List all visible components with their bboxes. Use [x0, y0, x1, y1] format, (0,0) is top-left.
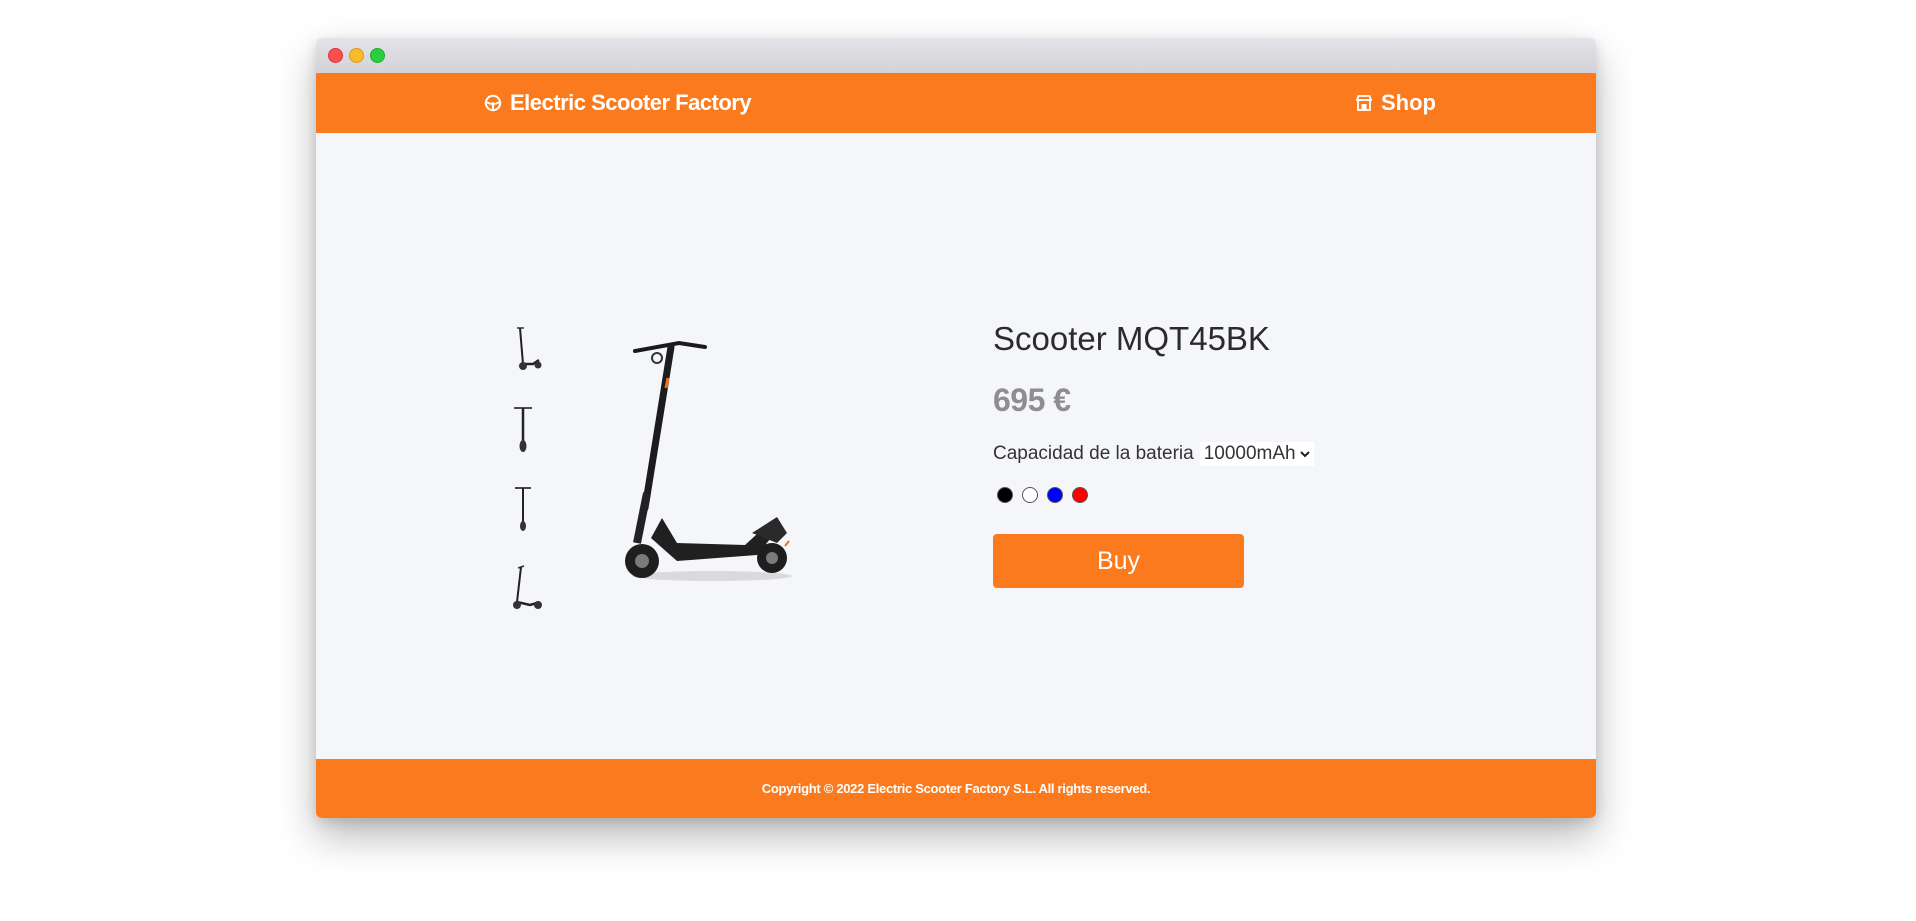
thumbnail-side-view[interactable]: [498, 320, 548, 376]
chevron-down-icon: [1299, 451, 1310, 458]
brand-title: Electric Scooter Factory: [510, 90, 752, 115]
footer: Copyright © 2022 Electric Scooter Factor…: [316, 759, 1596, 818]
product-price: 695 €: [993, 382, 1071, 418]
shop-link[interactable]: Shop: [1355, 73, 1436, 133]
steering-wheel-icon: [484, 94, 502, 112]
browser-window: Electric Scooter Factory Shop Scooter MQ…: [316, 38, 1596, 818]
thumbnail-front-view[interactable]: [498, 400, 548, 456]
color-swatch-black[interactable]: [997, 487, 1013, 503]
shop-label: Shop: [1381, 90, 1436, 115]
window-titlebar: [316, 38, 1596, 73]
store-icon: [1355, 95, 1373, 111]
battery-option: Capacidad de la bateria 10000mAh: [993, 442, 1314, 466]
color-swatch-white[interactable]: [1022, 487, 1038, 503]
product-main-image: [625, 340, 792, 581]
close-window-button[interactable]: [328, 48, 343, 63]
product-title: Scooter MQT45BK: [993, 320, 1270, 357]
color-swatch-blue[interactable]: [1047, 487, 1063, 503]
color-swatches: [997, 487, 1088, 503]
buy-button[interactable]: Buy: [993, 534, 1244, 588]
battery-select-value: 10000mAh: [1203, 443, 1296, 464]
top-navbar: Electric Scooter Factory Shop: [316, 73, 1596, 133]
battery-label: Capacidad de la bateria: [993, 443, 1194, 464]
color-swatch-red[interactable]: [1072, 487, 1088, 503]
thumbnail-back-view[interactable]: [498, 480, 548, 536]
brand-link[interactable]: Electric Scooter Factory: [484, 73, 752, 133]
minimize-window-button[interactable]: [349, 48, 364, 63]
maximize-window-button[interactable]: [370, 48, 385, 63]
copyright-text: Copyright © 2022 Electric Scooter Factor…: [761, 781, 1151, 796]
battery-select[interactable]: 10000mAh: [1199, 442, 1314, 466]
product-section: Scooter MQT45BK 695 € Capacidad de la ba…: [316, 133, 1596, 759]
thumbnail-angle-view[interactable]: [498, 560, 548, 616]
